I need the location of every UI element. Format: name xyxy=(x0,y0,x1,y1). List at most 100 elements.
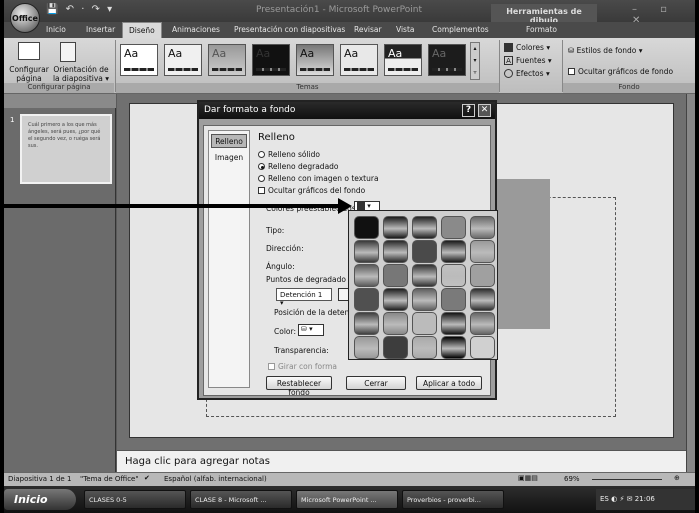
close-icon[interactable]: ✕ xyxy=(478,104,491,117)
preset-swatch-4-3[interactable] xyxy=(441,312,466,335)
checkbox-rotate[interactable] xyxy=(268,363,275,370)
hide-graphics-checkbox[interactable] xyxy=(568,68,575,75)
tab-diseno[interactable]: Diseño xyxy=(122,22,162,38)
checkbox-hide-graphics[interactable] xyxy=(258,187,265,194)
option-rotate-with-shape[interactable]: Girar con forma xyxy=(268,362,337,371)
close-button[interactable]: Cerrar xyxy=(346,376,406,390)
theme-option-2[interactable]: Aa xyxy=(164,44,202,76)
pane-tabs[interactable] xyxy=(4,94,116,108)
tab-complementos[interactable]: Complementos xyxy=(432,25,489,34)
theme-option-3[interactable]: Aa xyxy=(208,44,246,76)
color-picker-button[interactable]: ⛁ ▾ xyxy=(298,324,324,336)
preset-swatch-0-4[interactable] xyxy=(470,216,495,239)
theme-option-6[interactable]: Aa xyxy=(340,44,378,76)
colors-button[interactable]: Colores ▾ xyxy=(504,43,550,52)
help-button[interactable]: ? xyxy=(462,104,475,117)
view-buttons[interactable]: ▣▦▤ xyxy=(518,474,538,482)
orientation-icon xyxy=(60,42,76,62)
theme-bar-3 xyxy=(212,68,242,71)
reset-background-button[interactable]: Restablecer fondo xyxy=(266,376,332,397)
office-button[interactable]: Office xyxy=(10,3,40,33)
theme-option-1[interactable]: Aa xyxy=(120,44,158,76)
preset-swatch-4-1[interactable] xyxy=(383,312,408,335)
preset-swatch-4-4[interactable] xyxy=(470,312,495,335)
theme-option-4[interactable]: Aa xyxy=(252,44,290,76)
preset-swatch-3-4[interactable] xyxy=(470,288,495,311)
preset-swatch-5-4[interactable] xyxy=(470,336,495,359)
slide-thumbnail[interactable]: Cuál primero a los que más ángeles, será… xyxy=(20,114,112,184)
tab-revisar[interactable]: Revisar xyxy=(354,25,382,34)
page-setup-label: Configurar xyxy=(9,65,49,74)
preset-swatch-2-0[interactable] xyxy=(354,264,379,287)
tab-formato[interactable]: Formato xyxy=(526,25,557,34)
tray-language[interactable]: ES xyxy=(600,495,609,503)
fit-slide-icon[interactable]: ⊕ xyxy=(674,474,680,482)
task-clases[interactable]: CLASES 0-5 xyxy=(84,490,186,509)
page-setup-button[interactable]: Configurar página xyxy=(6,65,52,83)
tab-vista[interactable]: Vista xyxy=(396,25,415,34)
zoom-slider[interactable] xyxy=(592,479,662,480)
preset-swatch-3-0[interactable] xyxy=(354,288,379,311)
preset-swatch-0-2[interactable] xyxy=(412,216,437,239)
tab-inicio[interactable]: Inicio xyxy=(46,25,66,34)
preset-swatch-2-2[interactable] xyxy=(412,264,437,287)
radio-picture[interactable] xyxy=(258,175,265,182)
tray-icons[interactable]: ◐ ⚡ ✉ xyxy=(611,495,635,503)
background-styles-button[interactable]: ⛁ Estilos de fondo ▾ xyxy=(568,46,643,55)
theme-option-5[interactable]: Aa xyxy=(296,44,334,76)
quick-access-toolbar[interactable]: 💾 ↶ · ↷ ▾ xyxy=(46,4,114,15)
preset-swatch-4-2[interactable] xyxy=(412,312,437,335)
option-gradient-label: Relleno degradado xyxy=(268,162,339,171)
apply-all-button[interactable]: Aplicar a todo xyxy=(416,376,482,390)
start-button[interactable]: Inicio xyxy=(4,489,76,510)
preset-swatch-5-0[interactable] xyxy=(354,336,379,359)
angle-label: Ángulo: xyxy=(266,262,295,271)
preset-swatch-4-0[interactable] xyxy=(354,312,379,335)
preset-swatch-0-1[interactable] xyxy=(383,216,408,239)
preset-swatch-3-2[interactable] xyxy=(412,288,437,311)
preset-swatch-1-4[interactable] xyxy=(470,240,495,263)
vertical-scrollbar[interactable] xyxy=(686,94,695,472)
spellcheck-icon[interactable]: ✔ xyxy=(144,474,150,482)
option-gradient-fill[interactable]: Relleno degradado xyxy=(258,162,339,171)
theme-option-8[interactable]: Aa xyxy=(428,44,466,76)
preset-swatch-0-0[interactable] xyxy=(354,216,379,239)
category-imagen[interactable]: Imagen xyxy=(211,151,247,165)
preset-swatch-5-3[interactable] xyxy=(441,336,466,359)
preset-swatch-1-3[interactable] xyxy=(441,240,466,263)
preset-swatch-2-3[interactable] xyxy=(441,264,466,287)
effects-button[interactable]: Efectos ▾ xyxy=(504,69,550,78)
hide-background-graphics[interactable]: Ocultar gráficos de fondo xyxy=(568,67,673,76)
notes-pane[interactable]: Haga clic para agregar notas xyxy=(117,450,686,472)
tab-insertar[interactable]: Insertar xyxy=(86,25,115,34)
stop-dropdown[interactable]: Detención 1 ▾ xyxy=(276,288,332,307)
tab-presentacion[interactable]: Presentación con diapositivas xyxy=(234,25,345,34)
preset-swatch-0-3[interactable] xyxy=(441,216,466,239)
radio-solid[interactable] xyxy=(258,151,265,158)
preset-swatch-2-4[interactable] xyxy=(470,264,495,287)
preset-swatch-1-1[interactable] xyxy=(383,240,408,263)
task-clase8[interactable]: CLASE 8 - Microsoft ... xyxy=(190,490,292,509)
theme-option-7[interactable]: Aa xyxy=(384,44,422,76)
option-picture-fill[interactable]: Relleno con imagen o textura xyxy=(258,174,379,183)
preset-swatch-2-1[interactable] xyxy=(383,264,408,287)
radio-gradient[interactable] xyxy=(258,163,265,170)
category-relleno[interactable]: Relleno xyxy=(211,134,247,148)
option-hide-graphics-label: Ocultar gráficos del fondo xyxy=(268,186,366,195)
option-hide-graphics[interactable]: Ocultar gráficos del fondo xyxy=(258,186,365,195)
option-solid-fill[interactable]: Relleno sólido xyxy=(258,150,320,159)
group-label-page-setup: Configurar página xyxy=(4,83,114,93)
preset-swatch-1-0[interactable] xyxy=(354,240,379,263)
preset-swatch-5-1[interactable] xyxy=(383,336,408,359)
fonts-button[interactable]: A Fuentes ▾ xyxy=(504,56,552,65)
themes-scroll[interactable]: ▴ ▾ ▿ xyxy=(470,42,480,80)
preset-swatch-5-2[interactable] xyxy=(412,336,437,359)
task-powerpoint[interactable]: Microsoft PowerPoint ... xyxy=(296,490,398,509)
orientation-button[interactable]: Orientación de la diapositiva ▾ xyxy=(52,65,110,83)
preset-swatch-3-3[interactable] xyxy=(441,288,466,311)
tab-animaciones[interactable]: Animaciones xyxy=(172,25,220,34)
zoom-level[interactable]: 69% xyxy=(564,475,580,483)
preset-swatch-3-1[interactable] xyxy=(383,288,408,311)
preset-swatch-1-2[interactable] xyxy=(412,240,437,263)
task-proverbios[interactable]: Proverbios - proverbi... xyxy=(402,490,504,509)
